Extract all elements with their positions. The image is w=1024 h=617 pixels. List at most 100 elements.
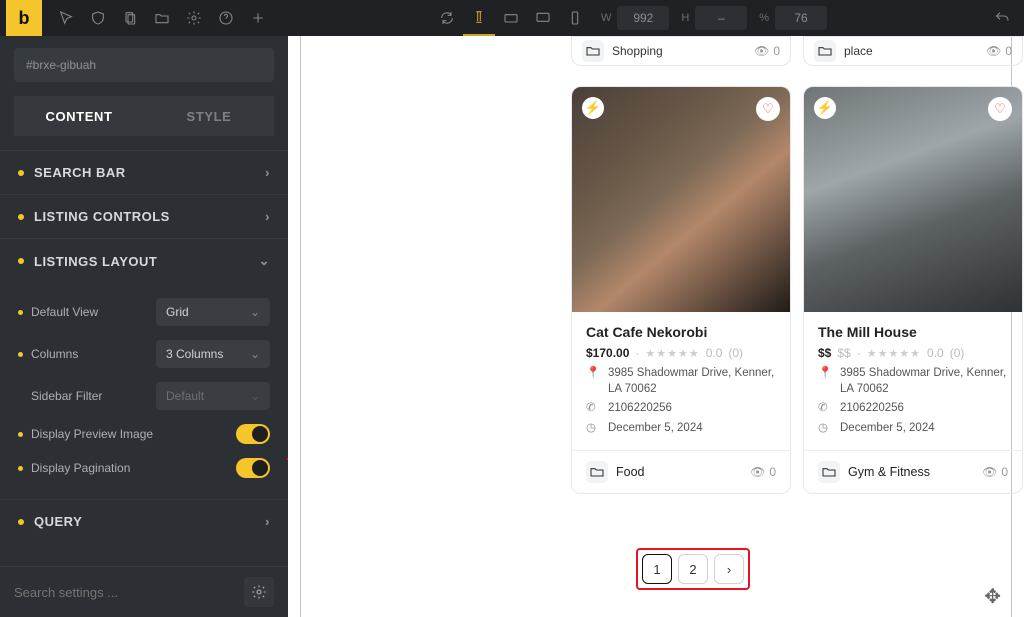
- pages-icon[interactable]: [114, 0, 146, 36]
- width-label: W: [601, 12, 611, 24]
- shield-icon[interactable]: [82, 0, 114, 36]
- tablet-landscape-icon[interactable]: [495, 0, 527, 36]
- phone-icon: ✆: [586, 401, 600, 417]
- move-handle-icon[interactable]: ✥: [984, 584, 1001, 609]
- folder-icon: [586, 461, 608, 483]
- chevron-right-icon: ›: [265, 209, 270, 224]
- listing-card[interactable]: ⚡ ♡ Cat Cafe Nekorobi $170.00 · ★★★★★ 0.…: [571, 86, 791, 494]
- category-strip[interactable]: place 👁 0: [803, 36, 1023, 66]
- views-count: 0: [773, 44, 780, 58]
- folder-icon: [582, 40, 604, 62]
- favorite-button[interactable]: ♡: [756, 97, 780, 121]
- listing-price: $$: [818, 346, 831, 360]
- section-listing-controls[interactable]: LISTING CONTROLS ›: [0, 194, 288, 238]
- category-label: Shopping: [612, 44, 663, 58]
- listings-layout-body: Default View Grid⌄ Columns 3 Columns⌄ Si…: [0, 283, 288, 499]
- listing-date: December 5, 2024: [608, 421, 703, 437]
- preview-canvas: Shopping 👁 0 ⚡ ♡ Cat Cafe Nekorobi $170.0…: [288, 36, 1024, 617]
- help-icon[interactable]: [210, 0, 242, 36]
- mobile-icon[interactable]: [559, 0, 591, 36]
- chevron-right-icon: ›: [265, 514, 270, 529]
- clock-icon: ◷: [586, 421, 600, 437]
- search-gear-icon[interactable]: [244, 577, 274, 607]
- page-next-button[interactable]: ›: [714, 554, 744, 584]
- page-2-button[interactable]: 2: [678, 554, 708, 584]
- refresh-icon[interactable]: [431, 0, 463, 36]
- pin-icon: 📍: [818, 366, 832, 397]
- folder-icon[interactable]: [146, 0, 178, 36]
- section-label: QUERY: [34, 514, 82, 529]
- clock-icon: ◷: [818, 421, 832, 437]
- section-label: LISTING CONTROLS: [34, 209, 170, 224]
- listing-phone: 2106220256: [840, 401, 904, 417]
- page-1-button[interactable]: 1: [642, 554, 672, 584]
- star-icons: ★★★★★: [645, 347, 699, 360]
- listing-category: Gym & Fitness: [848, 465, 930, 479]
- logo-icon[interactable]: b: [6, 0, 42, 36]
- percent-label: %: [759, 12, 769, 24]
- section-query[interactable]: QUERY ›: [0, 499, 288, 543]
- rating-count: (0): [950, 346, 965, 360]
- listing-image: ⚡ ♡: [572, 87, 790, 312]
- bolt-icon: ⚡: [582, 97, 604, 119]
- cursor-icon[interactable]: [50, 0, 82, 36]
- chevron-right-icon: ›: [265, 165, 270, 180]
- eye-icon: 👁: [986, 44, 1001, 58]
- desktop-icon[interactable]: [527, 0, 559, 36]
- pagination-label: Display Pagination: [31, 461, 236, 475]
- section-label: SEARCH BAR: [34, 165, 126, 180]
- pin-icon: 📍: [586, 366, 600, 397]
- default-view-label: Default View: [31, 305, 156, 319]
- listing-address: 3985 Shadowmar Drive, Kenner, LA 70062: [608, 366, 776, 397]
- bolt-icon: ⚡: [814, 97, 836, 119]
- listing-address: 3985 Shadowmar Drive, Kenner, LA 70062: [840, 366, 1008, 397]
- pagination-toggle[interactable]: [236, 458, 270, 478]
- section-label: LISTINGS LAYOUT: [34, 254, 157, 269]
- listing-card[interactable]: ⚡ ♡ The Mill House $$$$ · ★★★★★ 0.0 (0) …: [803, 86, 1023, 494]
- listing-date: December 5, 2024: [840, 421, 935, 437]
- eye-icon: 👁: [750, 465, 765, 479]
- sidebar-filter-select[interactable]: Default⌄: [156, 382, 270, 410]
- chevron-down-icon: ⌄: [259, 253, 270, 269]
- tab-style[interactable]: STYLE: [144, 96, 274, 136]
- views-count: 0: [1005, 44, 1012, 58]
- preview-image-label: Display Preview Image: [31, 427, 236, 441]
- phone-icon: ✆: [818, 401, 832, 417]
- eye-icon: 👁: [982, 465, 997, 479]
- listing-title: The Mill House: [818, 324, 1008, 340]
- category-strip[interactable]: Shopping 👁 0: [571, 36, 791, 66]
- search-settings-input[interactable]: [14, 585, 244, 600]
- views-count: 0: [1001, 465, 1008, 479]
- folder-icon: [814, 40, 836, 62]
- rating-value: 0.0: [927, 346, 944, 360]
- default-view-select[interactable]: Grid⌄: [156, 298, 270, 326]
- columns-select[interactable]: 3 Columns⌄: [156, 340, 270, 368]
- listing-price: $170.00: [586, 346, 629, 360]
- category-label: place: [844, 44, 873, 58]
- top-toolbar: b W H %: [0, 0, 1024, 36]
- rating-value: 0.0: [706, 346, 723, 360]
- section-search-bar[interactable]: SEARCH BAR ›: [0, 150, 288, 194]
- pagination: 1 2 ›: [636, 548, 750, 590]
- width-input[interactable]: [617, 6, 669, 30]
- settings-icon[interactable]: [178, 0, 210, 36]
- favorite-button[interactable]: ♡: [988, 97, 1012, 121]
- undo-icon[interactable]: [986, 0, 1018, 36]
- tab-content[interactable]: CONTENT: [14, 96, 144, 136]
- rating-count: (0): [728, 346, 743, 360]
- listing-image: ⚡ ♡: [804, 87, 1022, 312]
- percent-input[interactable]: [775, 6, 827, 30]
- section-listings-layout[interactable]: LISTINGS LAYOUT ⌄: [0, 238, 288, 283]
- element-id[interactable]: #brxe-gibuah: [14, 48, 274, 82]
- settings-panel: #brxe-gibuah CONTENT STYLE SEARCH BAR › …: [0, 36, 288, 617]
- folder-icon: [818, 461, 840, 483]
- height-label: H: [681, 12, 689, 24]
- sidebar-filter-label: Sidebar Filter: [31, 389, 156, 403]
- eye-icon: 👁: [754, 44, 769, 58]
- star-icons: ★★★★★: [867, 347, 921, 360]
- preview-image-toggle[interactable]: [236, 424, 270, 444]
- breakpoint-icon[interactable]: [463, 0, 495, 36]
- height-input[interactable]: [695, 6, 747, 30]
- listing-title: Cat Cafe Nekorobi: [586, 324, 776, 340]
- add-icon[interactable]: [242, 0, 274, 36]
